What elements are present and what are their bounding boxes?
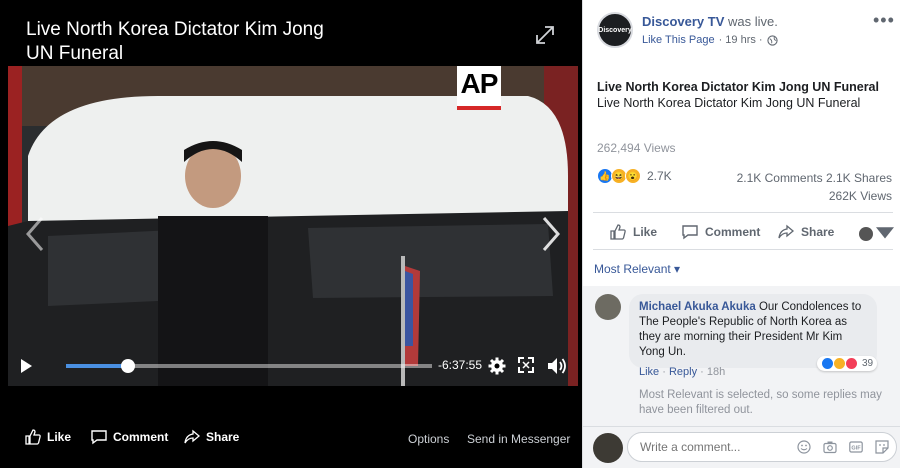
- wow-reaction-icon: 😮: [625, 168, 641, 184]
- options-link[interactable]: Options: [408, 432, 449, 446]
- post-subheader: Like This Page · 19 hrs ·: [642, 34, 778, 46]
- expand-icon[interactable]: [534, 24, 556, 46]
- post-description: Live North Korea Dictator Kim Jong UN Fu…: [597, 96, 861, 110]
- views-count: 262K Views: [828, 189, 892, 203]
- avatar: [593, 433, 623, 463]
- comment-reply-link[interactable]: Reply: [669, 366, 697, 378]
- share-arrow-icon: [184, 429, 201, 444]
- time-remaining: -6:37:55: [438, 358, 483, 372]
- like-button[interactable]: Like: [609, 223, 657, 241]
- player-comment-button[interactable]: Comment: [90, 428, 168, 446]
- player-like-label: Like: [47, 430, 72, 444]
- page-avatar-logo: Discovery: [598, 26, 632, 34]
- globe-icon: [766, 34, 778, 46]
- comment-button[interactable]: Comment: [681, 223, 760, 241]
- caret-down-icon: [876, 227, 894, 239]
- comment-reactions[interactable]: 39: [817, 356, 878, 371]
- progress-bar[interactable]: [66, 359, 432, 373]
- send-in-messenger-link[interactable]: Send in Messenger: [467, 432, 570, 446]
- gif-icon[interactable]: GIF: [849, 440, 863, 454]
- comment-time[interactable]: · 18h: [697, 366, 725, 378]
- progress-fill: [66, 364, 129, 368]
- reaction-summary[interactable]: 👍 😆 😮 2.7K: [597, 168, 672, 184]
- page-name-link[interactable]: Discovery TV: [642, 14, 724, 29]
- share-button[interactable]: Share: [777, 223, 834, 241]
- post-as-selector[interactable]: [859, 225, 894, 243]
- comments-shares-count[interactable]: 2.1K Comments 2.1K Shares: [737, 171, 892, 185]
- comment-reaction-count: 39: [862, 358, 874, 369]
- comment-icon: [91, 430, 107, 445]
- prev-arrow-icon[interactable]: [20, 214, 50, 254]
- share-arrow-icon: [778, 224, 795, 239]
- fullscreen-icon[interactable]: [518, 357, 534, 373]
- ap-watermark: AP: [457, 66, 501, 110]
- svg-text:GIF: GIF: [851, 446, 861, 452]
- commenter-name-link[interactable]: Michael Akuka Akuka: [639, 301, 756, 313]
- views-total: 262,494 Views: [597, 141, 676, 155]
- meta-separator: ·: [659, 366, 669, 378]
- comment-icon: [682, 225, 698, 240]
- comment-section: Michael Akuka Akuka Our Condolences to T…: [583, 286, 900, 426]
- post-title: Live North Korea Dictator Kim Jong UN Fu…: [597, 80, 879, 94]
- player-comment-label: Comment: [113, 430, 169, 444]
- love-reaction-icon: [845, 357, 858, 370]
- thumbs-up-icon: [610, 224, 626, 240]
- comment-composer: GIF: [583, 426, 900, 468]
- post-time[interactable]: · 19 hrs ·: [719, 34, 763, 46]
- player-like-button[interactable]: Like: [24, 428, 71, 446]
- avatar[interactable]: [595, 294, 621, 320]
- camera-icon[interactable]: [823, 440, 837, 454]
- comment-meta: Like · Reply · 18h: [639, 366, 725, 378]
- mini-avatar: [859, 227, 873, 241]
- comment-sort-dropdown[interactable]: Most Relevant ▾: [594, 262, 680, 276]
- post-header: Discovery TV was live.: [642, 14, 778, 29]
- volume-icon[interactable]: [546, 356, 568, 376]
- emoji-icon[interactable]: [797, 440, 811, 454]
- page-avatar[interactable]: Discovery: [597, 12, 633, 48]
- player-action-bar: Like Comment Share Options Send in Messe…: [0, 420, 582, 456]
- player-share-button[interactable]: Share: [183, 428, 239, 446]
- thumbs-up-icon: [25, 429, 41, 445]
- video-frame[interactable]: AP: [8, 66, 578, 386]
- post-status: was live.: [724, 14, 778, 29]
- like-label: Like: [633, 225, 658, 239]
- reaction-count: 2.7K: [647, 169, 672, 183]
- comment-like-link[interactable]: Like: [639, 366, 659, 378]
- filter-note: Most Relevant is selected, so some repli…: [639, 389, 882, 416]
- play-icon[interactable]: [18, 358, 34, 374]
- sticker-icon[interactable]: [875, 440, 889, 454]
- video-player[interactable]: Live North Korea Dictator Kim Jong UN Fu…: [0, 0, 582, 468]
- player-share-label: Share: [206, 430, 240, 444]
- post-action-bar: Like Comment Share: [593, 212, 894, 250]
- like-this-page-link[interactable]: Like This Page: [642, 34, 715, 46]
- video-scene: [8, 66, 578, 386]
- settings-gear-icon[interactable]: [488, 357, 506, 375]
- share-label: Share: [801, 225, 835, 239]
- video-title: Live North Korea Dictator Kim Jong UN Fu…: [26, 19, 324, 64]
- next-arrow-icon[interactable]: [536, 214, 566, 254]
- player-controls: -6:37:55: [8, 348, 578, 384]
- more-options-button[interactable]: •••: [873, 10, 895, 31]
- progress-thumb[interactable]: [121, 359, 136, 373]
- post-panel: Discovery Discovery TV was live. Like Th…: [582, 0, 900, 468]
- comment-label: Comment: [705, 225, 761, 239]
